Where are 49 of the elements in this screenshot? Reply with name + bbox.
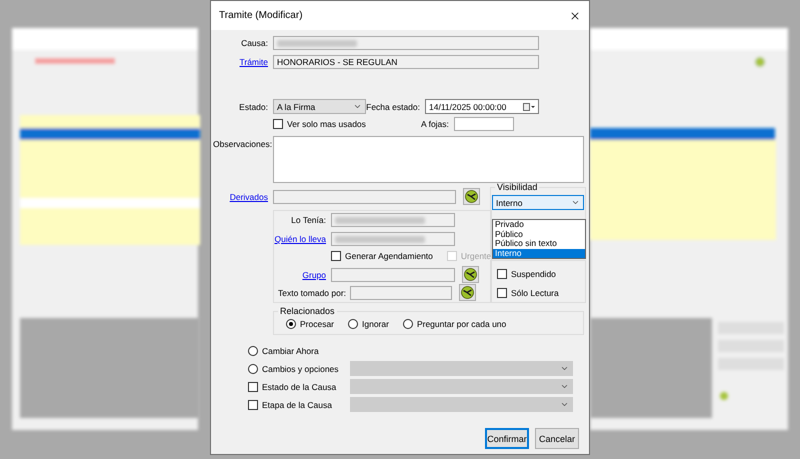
visibilidad-dropdown[interactable]: Interno	[492, 195, 584, 210]
dialog-button[interactable]: Cancelar	[535, 428, 579, 449]
observaciones-textarea[interactable]	[273, 136, 584, 183]
a-fojas-field[interactable]	[454, 117, 514, 131]
grupo-link[interactable]: Grupo	[274, 270, 326, 280]
field-label: A fojas:	[420, 119, 449, 129]
quien-lo-lleva-field[interactable]	[331, 232, 455, 246]
radio-button[interactable]: Cambios y opciones	[248, 364, 339, 374]
causa-field[interactable]	[273, 36, 539, 50]
radio-button[interactable]: Cambiar Ahora	[248, 346, 319, 356]
tramite-link[interactable]: Trámite	[211, 57, 268, 67]
field-label: Lo Tenía:	[290, 215, 326, 225]
texto-tomado-field[interactable]	[350, 286, 452, 300]
branch-icon	[464, 268, 477, 281]
tramite-field[interactable]: HONORARIOS - SE REGULAN	[273, 55, 539, 69]
caret-icon	[353, 102, 362, 111]
checkbox[interactable]: Generar Agendamiento	[331, 251, 433, 261]
checkbox[interactable]: Sólo Lectura	[497, 288, 559, 298]
checkbox[interactable]: Estado de la Causa	[248, 382, 336, 392]
checkbox[interactable]: Suspendido	[497, 269, 556, 279]
checkbox[interactable]: Etapa de la Causa	[248, 400, 332, 410]
window-title: Tramite (Modificar)	[219, 10, 303, 21]
radio-button[interactable]: Preguntar por cada uno	[402, 319, 506, 329]
quien-lo-lleva-link[interactable]: Quién lo lleva	[274, 234, 326, 244]
derivados-link[interactable]: Derivados	[211, 192, 268, 202]
estado-dropdown[interactable]: A la Firma	[273, 99, 366, 114]
lo-tenia-field[interactable]	[331, 213, 455, 227]
lookup-button[interactable]	[463, 188, 480, 205]
date-picker[interactable]: 14/11/2025 00:00:00	[425, 99, 539, 114]
lookup-button[interactable]	[459, 284, 476, 301]
field-label: Causa:	[240, 38, 268, 48]
group-label: Visibilidad	[496, 183, 538, 192]
radio-button[interactable]: Procesar	[286, 319, 334, 329]
branch-icon	[461, 286, 474, 299]
close-icon[interactable]	[569, 10, 581, 22]
derivados-field[interactable]	[273, 190, 456, 204]
field-label: Estado:	[238, 102, 268, 112]
calendar-icon	[523, 102, 535, 110]
lookup-button[interactable]	[462, 266, 479, 283]
radio-button[interactable]: Ignorar	[348, 319, 389, 329]
checkbox[interactable]: Ver solo mas usados	[273, 119, 366, 129]
branch-icon	[465, 190, 478, 203]
grupo-field[interactable]	[331, 268, 455, 282]
caret-icon	[571, 198, 580, 207]
field-label: Fecha estado:	[366, 102, 420, 112]
field-label: Observaciones:	[213, 139, 271, 149]
group-label: Relacionados	[279, 307, 336, 316]
field-label: Texto tomado por:	[278, 288, 348, 298]
dialog-button[interactable]: Confirmar	[485, 428, 529, 449]
